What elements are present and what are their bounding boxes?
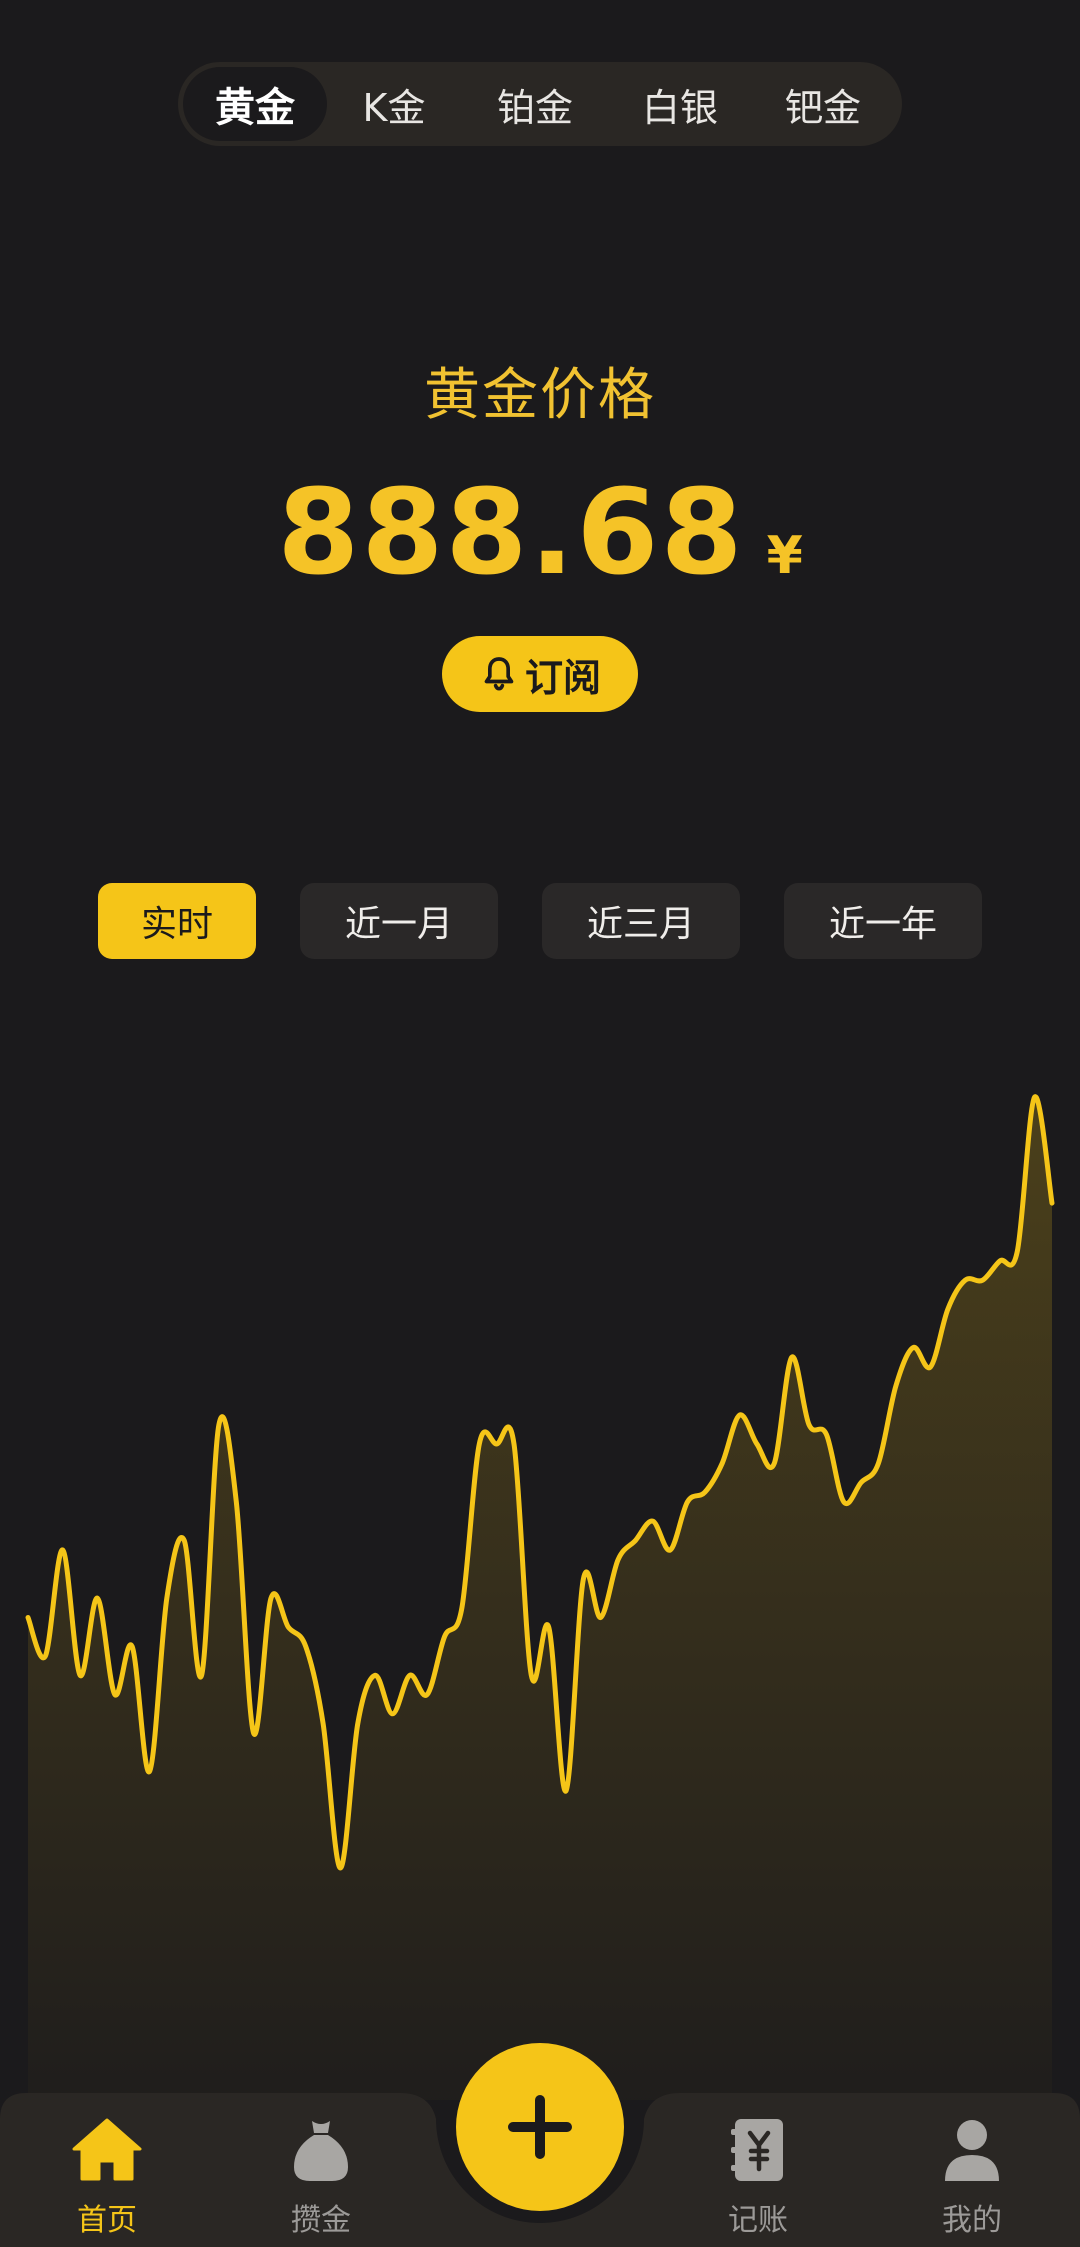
tab-silver[interactable]: 白银: [609, 67, 751, 141]
range-tab-realtime[interactable]: 实时: [98, 883, 256, 959]
tab-platinum[interactable]: 铂金: [461, 67, 609, 141]
home-icon: [72, 2118, 142, 2181]
money-bag-icon: [294, 2121, 348, 2181]
tab-k-gold[interactable]: K金: [327, 67, 461, 141]
user-icon: [945, 2120, 999, 2181]
tab-palladium[interactable]: 钯金: [751, 67, 895, 141]
nav-label-ledger: 记账: [728, 2203, 788, 2238]
price-chart: [25, 1094, 1055, 2100]
add-record-button[interactable]: [456, 2043, 624, 2211]
tab-gold[interactable]: 黄金: [183, 67, 327, 141]
nav-item-profile[interactable]: 我的: [897, 2115, 1047, 2245]
bell-icon: [484, 657, 514, 691]
subscribe-button[interactable]: 订阅: [442, 636, 638, 712]
price-value: 888.68: [277, 463, 745, 601]
nav-label-profile: 我的: [942, 2203, 1002, 2238]
gold-price-screen: 黄金 K金 铂金 白银 钯金 黄金价格 888.68 ¥ 订阅 实时 近一月 近…: [0, 0, 1080, 2247]
plus-icon: [508, 2095, 572, 2159]
nav-item-home[interactable]: 首页: [32, 2115, 182, 2245]
chart-area-fill: [28, 1096, 1052, 2100]
price-label: 黄金价格: [424, 363, 656, 428]
ledger-icon: [731, 2119, 783, 2181]
range-tab-one-year[interactable]: 近一年: [784, 883, 982, 959]
nav-label-home: 首页: [77, 2203, 137, 2238]
range-tab-three-months[interactable]: 近三月: [542, 883, 740, 959]
range-tab-one-month[interactable]: 近一月: [300, 883, 498, 959]
price-row: 888.68 ¥: [0, 462, 1080, 602]
nav-item-ledger[interactable]: 记账: [683, 2115, 833, 2245]
currency-symbol: ¥: [766, 526, 803, 586]
nav-item-save-gold[interactable]: 攒金: [246, 2115, 396, 2245]
metal-tabs: 黄金 K金 铂金 白银 钯金: [178, 62, 902, 146]
nav-label-save-gold: 攒金: [291, 2203, 351, 2238]
subscribe-label: 订阅: [524, 655, 601, 700]
